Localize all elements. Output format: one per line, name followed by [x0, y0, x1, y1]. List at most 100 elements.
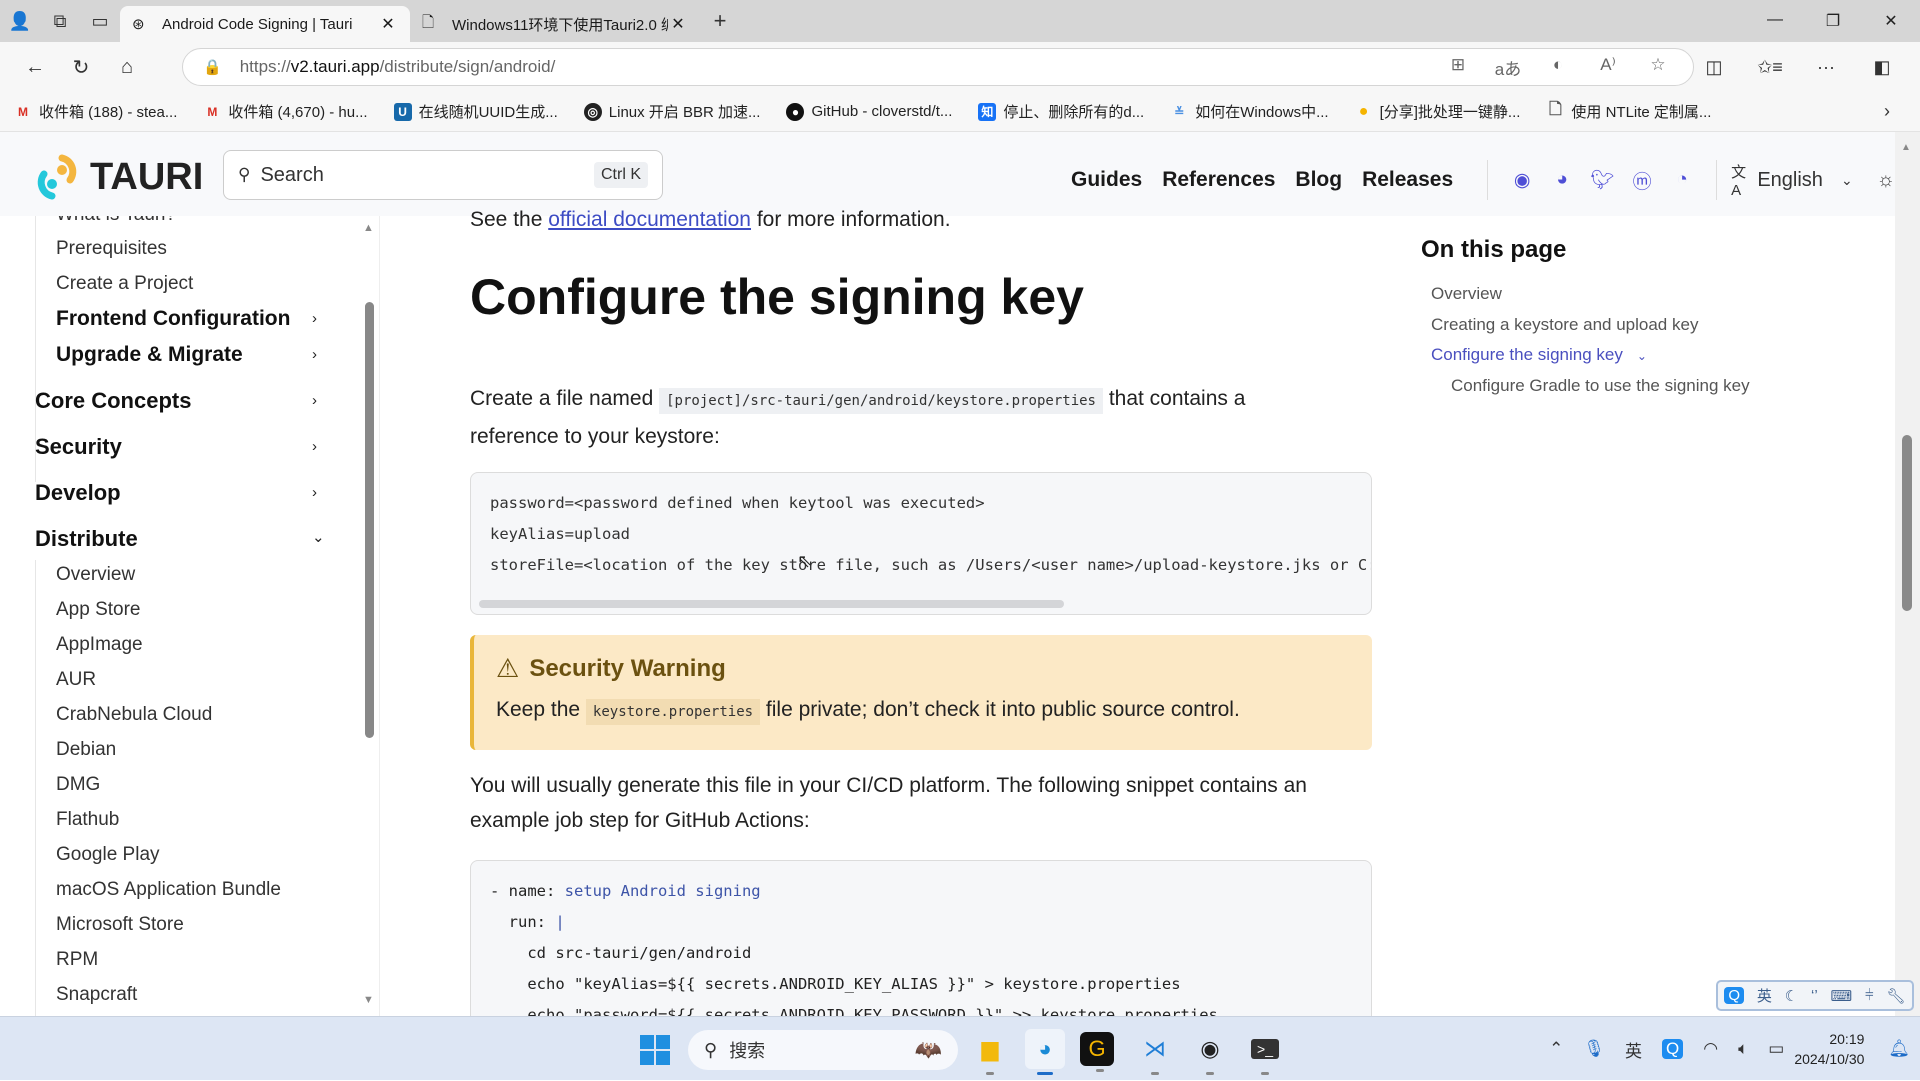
sidebar-item-distribute[interactable]: RPM — [56, 949, 98, 971]
minimize-button[interactable]: — — [1746, 11, 1804, 31]
new-tab-button[interactable]: + — [700, 8, 740, 34]
github-icon[interactable]: ◉ — [1502, 169, 1542, 192]
home-button[interactable]: ⌂ — [104, 56, 150, 79]
tab-actions-icon[interactable]: ▭ — [80, 0, 120, 42]
sidebar-group-develop[interactable]: Develop — [35, 480, 121, 506]
refresh-button[interactable]: ↻ — [58, 55, 104, 80]
microphone-icon[interactable]: 🎙︎ — [1583, 1039, 1605, 1059]
app-g-icon[interactable]: G — [1080, 1032, 1114, 1072]
bookmark-item[interactable]: ● GitHub - cloverstd/t... — [786, 102, 952, 121]
chevron-right-icon[interactable]: › — [312, 392, 317, 409]
split-screen-icon[interactable]: ◫ — [1686, 57, 1742, 78]
sidebar-item-distribute[interactable]: CrabNebula Cloud — [56, 704, 212, 726]
edge-icon[interactable]: ◕ — [1025, 1029, 1065, 1075]
code-horizontal-scrollbar[interactable] — [479, 600, 1064, 608]
url-bar[interactable]: 🔒 https://v2.tauri.app/distribute/sign/a… — [182, 48, 1694, 86]
toc-item-configure-gradle[interactable]: Configure Gradle to use the signing key — [1451, 376, 1751, 396]
edge-shopping-icon[interactable]: ◐ — [1533, 55, 1583, 80]
chevron-right-icon[interactable]: › — [312, 438, 317, 455]
sidebar-item-distribute[interactable]: Debian — [56, 739, 116, 761]
read-aloud-icon[interactable]: A⁾ — [1583, 55, 1633, 80]
tab-windows11-tauri[interactable]: 🗋 Windows11环境下使用Tauri2.0 编 ✕ — [410, 6, 700, 42]
sidebar-item-distribute[interactable]: macOS Application Bundle — [56, 879, 281, 901]
notification-bell-icon[interactable]: 🔔︎ — [1888, 1039, 1910, 1059]
tauri-logo[interactable]: TAURI — [34, 152, 203, 202]
bookmark-item[interactable]: ≚ 如何在Windows中... — [1170, 101, 1328, 122]
sidebar-scrollbar[interactable]: ▲ ▼ — [362, 216, 376, 1016]
sidebar-group-core-concepts[interactable]: Core Concepts — [35, 388, 191, 414]
sidebar-item-distribute[interactable]: AppImage — [56, 634, 143, 656]
sidebar-toggle-icon[interactable]: ◧ — [1854, 57, 1910, 78]
bookmark-item[interactable]: M 收件箱 (4,670) - hu... — [203, 101, 367, 122]
twitter-icon[interactable]: 🐦︎ — [1582, 168, 1622, 192]
page-scroll-thumb[interactable] — [1902, 435, 1912, 611]
sidebar-item-prerequisites[interactable]: Prerequisites — [56, 238, 167, 260]
sidebar-item-distribute[interactable]: App Store — [56, 599, 141, 621]
scroll-down-arrow-icon[interactable]: ▼ — [363, 994, 374, 1006]
chevron-right-icon[interactable]: › — [312, 346, 317, 363]
chevron-down-icon[interactable]: ⌄ — [1637, 349, 1647, 363]
rss-icon[interactable]: ◔ — [1662, 169, 1702, 191]
toc-item-creating-keystore[interactable]: Creating a keystore and upload key — [1431, 315, 1698, 335]
chevron-right-icon[interactable]: › — [312, 484, 317, 501]
workspaces-icon[interactable]: ⧉ — [40, 0, 80, 42]
app-available-icon[interactable]: ⊞ — [1433, 55, 1483, 80]
moon-icon[interactable]: ☾ — [1785, 987, 1798, 1005]
code-block-keystore[interactable]: password=<password defined when keytool … — [470, 472, 1372, 615]
clock[interactable]: 20:19 2024/10/30 — [1794, 1029, 1864, 1069]
translate-icon[interactable]: aあ — [1483, 55, 1533, 80]
mastodon-icon[interactable]: ⓜ — [1622, 167, 1662, 194]
nav-releases[interactable]: Releases — [1362, 168, 1453, 192]
page-scrollbar[interactable]: ▲ — [1895, 132, 1920, 1016]
discord-icon[interactable]: ◕ — [1542, 169, 1582, 191]
volume-icon[interactable]: 🔈︎ — [1738, 1039, 1748, 1059]
favorite-star-icon[interactable]: ☆ — [1633, 55, 1683, 80]
chevron-right-icon[interactable]: › — [312, 310, 317, 327]
sidebar-group-distribute[interactable]: Distribute — [35, 526, 138, 552]
bookmark-item[interactable]: M 收件箱 (188) - stea... — [14, 101, 177, 122]
sidebar-group-security[interactable]: Security — [35, 434, 122, 460]
ime-indicator[interactable]: 英 — [1625, 1037, 1642, 1062]
close-tab-icon[interactable]: ✕ — [378, 14, 398, 34]
punctuation-icon[interactable]: ‘’ — [1811, 987, 1818, 1004]
chevron-down-icon[interactable]: ⌄ — [312, 528, 325, 546]
sidebar-item-distribute[interactable]: Google Play — [56, 844, 160, 866]
wrench-icon[interactable]: 🔧︎ — [1886, 987, 1905, 1005]
sidebar-scroll-thumb[interactable] — [365, 302, 374, 738]
sidebar-group-upgrade-migrate[interactable]: Upgrade & Migrate — [56, 343, 243, 367]
sidebar-item-distribute[interactable]: DMG — [56, 774, 100, 796]
nav-guides[interactable]: Guides — [1071, 168, 1142, 192]
tab-android-code-signing[interactable]: ⊛ Android Code Signing | Tauri ✕ — [120, 6, 410, 42]
more-menu-icon[interactable]: ··· — [1798, 57, 1854, 78]
bookmark-item[interactable]: 知停止、删除所有的d... — [978, 101, 1144, 122]
ime-logo-icon[interactable]: Q — [1724, 987, 1745, 1004]
nav-blog[interactable]: Blog — [1295, 168, 1342, 192]
sidebar-group-frontend-configuration[interactable]: Frontend Configuration — [56, 307, 290, 331]
toc-item-overview[interactable]: Overview — [1431, 284, 1502, 304]
sidebar-item-create-project[interactable]: Create a Project — [56, 273, 193, 295]
ime-language-toggle[interactable]: 英 — [1757, 985, 1772, 1006]
back-button[interactable]: ← — [12, 56, 58, 79]
bookmark-item[interactable]: U 在线随机UUID生成... — [393, 101, 558, 122]
sidebar-item-what-is-tauri[interactable]: What is Tauri? — [56, 216, 176, 226]
scroll-up-arrow-icon[interactable]: ▲ — [363, 222, 374, 234]
bookmark-item[interactable]: 🗋 使用 NTLite 定制属... — [1546, 101, 1711, 122]
profile-icon[interactable]: 👤 — [0, 0, 40, 42]
wifi-icon[interactable]: ◠ — [1703, 1039, 1718, 1059]
terminal-icon[interactable]: >_ — [1245, 1029, 1285, 1075]
close-tab-icon[interactable]: ✕ — [668, 14, 688, 34]
favorites-icon[interactable]: ✩≡ — [1742, 57, 1798, 78]
sidebar-item-distribute[interactable]: Microsoft Store — [56, 914, 184, 936]
scroll-up-arrow-icon[interactable]: ▲ — [1901, 142, 1911, 153]
nav-references[interactable]: References — [1162, 168, 1275, 192]
file-explorer-icon[interactable]: ▆ — [970, 1029, 1010, 1075]
official-documentation-link[interactable]: official documentation — [548, 208, 751, 231]
show-hidden-icons-chevron[interactable]: ⌃ — [1549, 1039, 1563, 1059]
theme-toggle-sun-icon[interactable]: ☼ — [1877, 169, 1895, 192]
start-button[interactable] — [640, 1035, 670, 1065]
bookmark-item[interactable]: ◎ Linux 开启 BBR 加速... — [583, 101, 760, 122]
battery-icon[interactable]: ▭ — [1768, 1039, 1784, 1059]
site-search-input[interactable]: ⚲ Search Ctrl K — [223, 150, 663, 200]
language-select[interactable]: 文A English ⌄ — [1731, 161, 1853, 199]
lock-icon[interactable]: 🔒 — [203, 58, 222, 76]
